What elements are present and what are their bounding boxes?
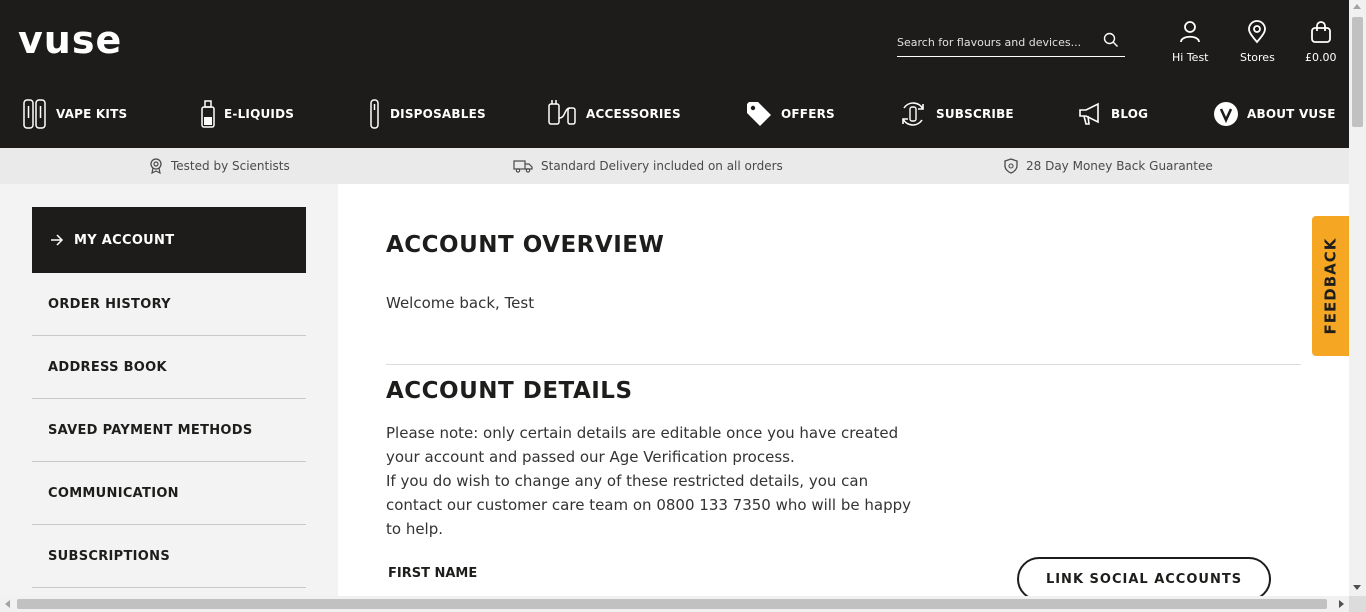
user-icon	[1172, 20, 1209, 47]
sidebar-item-address-book[interactable]: ADDRESS BOOK	[32, 336, 306, 399]
usp-bar: Tested by Scientists Standard Delivery i…	[0, 148, 1349, 184]
usp-delivery: Standard Delivery included on all orders	[513, 148, 783, 184]
nav-item-e-liquids[interactable]: E-LIQUIDS	[200, 96, 294, 132]
sidebar-item-saved-payment-methods[interactable]: SAVED PAYMENT METHODS	[32, 399, 306, 462]
usp-tested: Tested by Scientists	[149, 148, 290, 184]
usp-label: 28 Day Money Back Guarantee	[1026, 159, 1213, 173]
first-name-label: FIRST NAME	[388, 566, 478, 581]
usp-label: Tested by Scientists	[171, 159, 290, 173]
nav-label: VAPE KITS	[56, 107, 128, 121]
scroll-right-icon[interactable]	[1339, 600, 1344, 608]
nav-label: E-LIQUIDS	[224, 107, 295, 121]
usp-label: Standard Delivery included on all orders	[541, 159, 783, 173]
scroll-thumb[interactable]	[17, 599, 1327, 609]
scroll-down-icon[interactable]	[1353, 585, 1361, 590]
location-pin-icon	[1240, 20, 1275, 47]
disposable-icon	[370, 99, 379, 129]
nav-item-disposables[interactable]: DISPOSABLES	[368, 96, 486, 132]
account-details-title: ACCOUNT DETAILS	[386, 378, 633, 404]
account-link[interactable]: Hi Test	[1172, 20, 1209, 64]
nav-label: ACCESSORIES	[586, 107, 681, 121]
nav-item-blog[interactable]: BLOG	[1077, 96, 1148, 132]
details-note: Please note: only certain details are ed…	[386, 421, 956, 541]
nav-item-subscribe[interactable]: SUBSCRIBE	[898, 96, 1014, 132]
section-divider	[386, 364, 1301, 365]
vape-kits-icon	[23, 99, 46, 129]
cart-link[interactable]: £0.00	[1305, 20, 1337, 64]
nav-label: ABOUT VUSE	[1247, 107, 1336, 121]
feedback-label: FEEDBACK	[1321, 237, 1340, 335]
stores-link[interactable]: Stores	[1240, 20, 1275, 64]
accessories-icon	[548, 100, 576, 125]
vuse-logo[interactable]: vuse	[18, 21, 122, 59]
truck-icon	[513, 160, 533, 173]
vertical-scrollbar[interactable]	[1349, 0, 1366, 596]
arrow-right-icon	[51, 234, 64, 246]
search-box[interactable]: Search for flavours and devices...	[897, 30, 1125, 57]
scroll-thumb[interactable]	[1352, 17, 1363, 127]
note-line: to help.	[386, 520, 444, 538]
account-main: ACCOUNT OVERVIEW Welcome back, Test ACCO…	[338, 184, 1349, 601]
nav-item-about-vuse[interactable]: ABOUT VUSE	[1213, 96, 1336, 132]
e-liquid-icon	[201, 100, 215, 128]
nav-label: OFFERS	[781, 107, 835, 121]
search-icon[interactable]	[1103, 32, 1119, 52]
nav-label: BLOG	[1111, 107, 1149, 121]
nav-item-offers[interactable]: OFFERS	[745, 96, 835, 132]
note-line: your account and passed our Age Verifica…	[386, 448, 795, 466]
sidebar-item-my-account[interactable]: MY ACCOUNT	[32, 207, 306, 273]
megaphone-icon	[1079, 102, 1099, 125]
tag-icon	[747, 102, 771, 126]
nav-label: SUBSCRIBE	[936, 107, 1014, 121]
sidebar-item-label: MY ACCOUNT	[74, 232, 175, 248]
note-line: Please note: only certain details are ed…	[386, 424, 899, 442]
nav-item-vape-kits[interactable]: VAPE KITS	[22, 96, 127, 132]
horizontal-scrollbar[interactable]	[0, 596, 1349, 612]
award-icon	[150, 158, 162, 174]
scroll-left-icon[interactable]	[5, 600, 10, 608]
site-header: vuse Search for flavours and devices... …	[0, 0, 1349, 148]
sidebar-item-communication[interactable]: COMMUNICATION	[32, 462, 306, 525]
nav-label: DISPOSABLES	[390, 107, 486, 121]
page-title: ACCOUNT OVERVIEW	[386, 232, 665, 258]
vuse-badge-icon	[1214, 102, 1238, 126]
sidebar-item-order-history[interactable]: ORDER HISTORY	[32, 273, 306, 336]
cart-total: £0.00	[1305, 51, 1337, 64]
feedback-tab[interactable]: FEEDBACK	[1312, 216, 1349, 356]
stores-label: Stores	[1240, 51, 1275, 64]
link-social-accounts-button[interactable]: LINK SOCIAL ACCOUNTS	[1017, 557, 1271, 601]
welcome-message: Welcome back, Test	[386, 294, 535, 312]
account-label: Hi Test	[1172, 51, 1209, 64]
note-line: contact our customer care team on 0800 1…	[386, 496, 912, 514]
usp-guarantee: 28 Day Money Back Guarantee	[1004, 148, 1213, 184]
account-sidebar: MY ACCOUNT ORDER HISTORY ADDRESS BOOK SA…	[32, 207, 306, 588]
scroll-up-icon[interactable]	[1353, 4, 1361, 9]
nav-item-accessories[interactable]: ACCESSORIES	[546, 96, 681, 132]
subscribe-icon	[902, 102, 924, 126]
scrollbar-corner	[1349, 596, 1366, 612]
basket-icon	[1305, 20, 1337, 47]
note-line: If you do wish to change any of these re…	[386, 472, 869, 490]
shield-icon	[1004, 158, 1018, 174]
search-input[interactable]: Search for flavours and devices...	[897, 36, 1081, 49]
sidebar-item-subscriptions[interactable]: SUBSCRIPTIONS	[32, 525, 306, 588]
main-nav: VAPE KITS E-LIQUIDS DISPOSABLES ACCESSOR…	[0, 96, 1349, 132]
